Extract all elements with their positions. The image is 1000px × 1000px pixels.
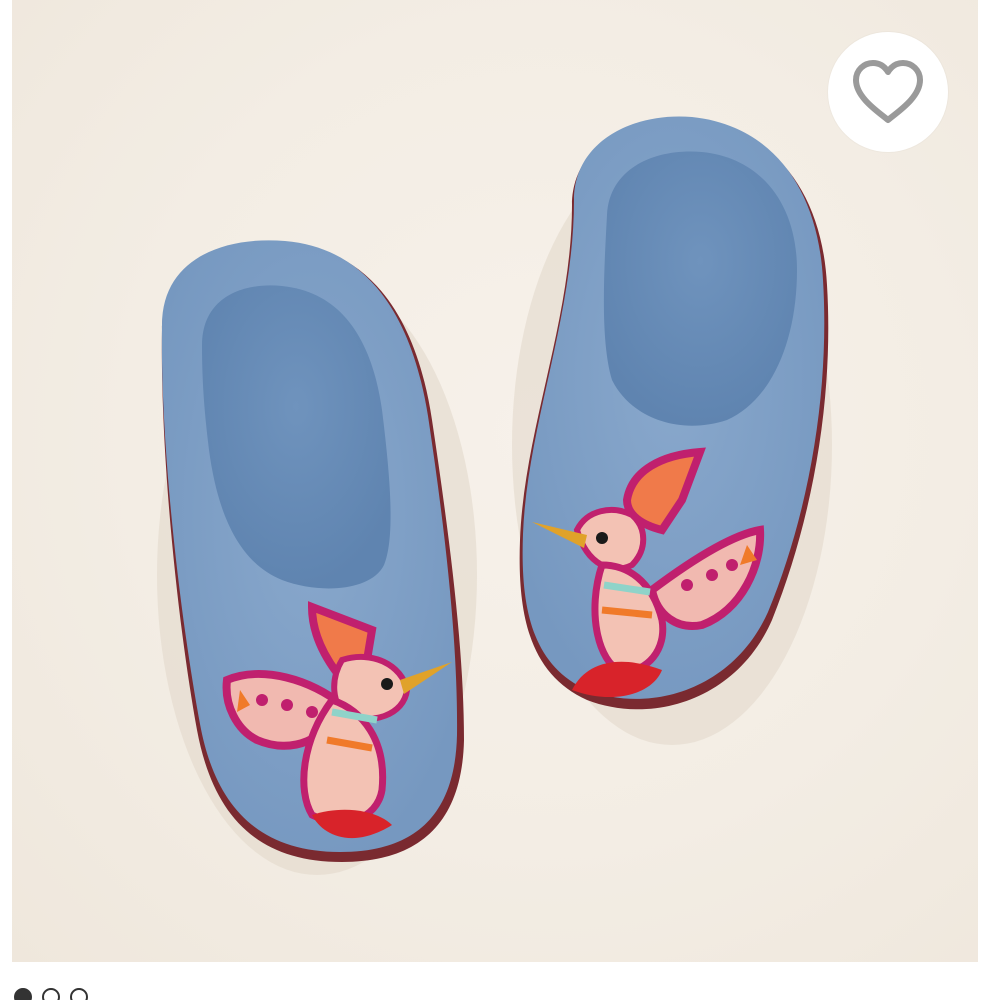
pager-dot[interactable] — [70, 988, 88, 1000]
image-pager — [14, 988, 88, 1000]
left-slipper — [161, 240, 464, 862]
product-photo[interactable] — [12, 0, 978, 962]
slippers-illustration — [157, 116, 832, 875]
pager-dot[interactable] — [14, 988, 32, 1000]
pager-dot[interactable] — [42, 988, 60, 1000]
heart-outline-icon — [853, 60, 923, 123]
favorite-button[interactable] — [828, 32, 948, 152]
product-image-viewer — [0, 0, 1000, 1000]
